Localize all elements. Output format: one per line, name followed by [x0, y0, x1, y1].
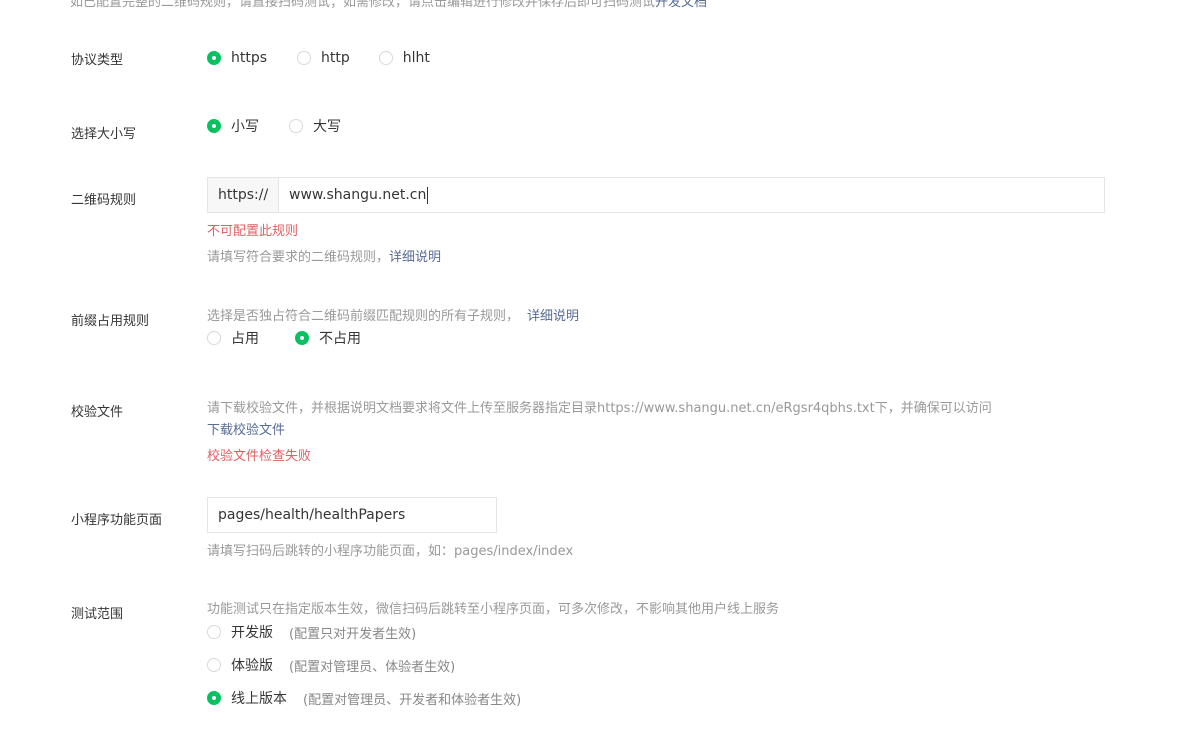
text-caret — [427, 186, 429, 204]
prefix-rule-hint-text: 选择是否独占符合二维码前缀匹配规则的所有子规则， — [207, 309, 520, 324]
test-scope-option-label: 线上版本 — [231, 691, 287, 707]
test-scope-option-note: (配置对管理员、体验者生效) — [289, 659, 456, 675]
radio-unchecked-icon — [378, 51, 393, 65]
protocol-option-http[interactable]: http — [297, 50, 350, 66]
prefix-rule-hint: 选择是否独占符合二维码前缀匹配规则的所有子规则， 详细说明 — [207, 305, 579, 324]
prefix-rule-label: 前缀占用规则 — [71, 314, 150, 329]
verify-file-hint: 请下载校验文件，并根据说明文档要求将文件上传至服务器指定目录https://ww… — [207, 401, 992, 416]
qr-rule-input[interactable]: www.shangu.net.cn — [279, 178, 1104, 212]
page-path-hint: 请填写扫码后跳转的小程序功能页面，如：pages/index/index — [207, 544, 574, 559]
qr-rule-hint: 请填写符合要求的二维码规则，详细说明 — [207, 246, 441, 265]
prefix-option-not-occupy[interactable]: 不占用 — [295, 328, 361, 348]
radio-unchecked-icon — [297, 51, 312, 65]
test-scope-option-label: 体验版 — [231, 658, 273, 674]
radio-unchecked-icon — [207, 331, 221, 345]
test-scope-option-note: (配置只对开发者生效) — [289, 626, 417, 642]
test-scope-option-note: (配置对管理员、开发者和体验者生效) — [303, 692, 522, 708]
qr-rule-hint-text: 请填写符合要求的二维码规则， — [207, 250, 390, 265]
radio-checked-icon — [207, 119, 221, 133]
page-path-input[interactable]: pages/health/healthPapers — [207, 497, 497, 533]
case-option-upper[interactable]: 大写 — [289, 116, 341, 136]
top-hint-link[interactable]: 开发文档 — [655, 0, 707, 10]
test-scope-hint: 功能测试只在指定版本生效，微信扫码后跳转至小程序页面，可多次修改，不影响其他用户… — [207, 602, 780, 617]
case-label: 选择大小写 — [71, 127, 137, 142]
radio-checked-icon — [295, 331, 309, 345]
test-scope-option-trial[interactable]: 体验版 (配置对管理员、体验者生效) — [207, 655, 455, 675]
top-hint-text: 如已配置完整的二维码规则，请直接扫码测试；如需修改，请点击编辑进行修改并保存后即… — [70, 0, 656, 10]
protocol-option-label: hlht — [402, 50, 430, 66]
prefix-option-label: 不占用 — [319, 331, 361, 347]
protocol-option-hlht[interactable]: hlht — [378, 50, 430, 66]
test-scope-label: 测试范围 — [71, 607, 124, 622]
prefix-option-label: 占用 — [231, 331, 259, 347]
top-hint: 如已配置完整的二维码规则，请直接扫码测试；如需修改，请点击编辑进行修改并保存后即… — [70, 0, 707, 10]
test-scope-option-dev[interactable]: 开发版 (配置只对开发者生效) — [207, 622, 416, 642]
case-option-label: 大写 — [313, 119, 341, 135]
qr-rule-label: 二维码规则 — [71, 193, 137, 208]
radio-unchecked-icon — [289, 119, 303, 133]
protocol-label: 协议类型 — [71, 53, 124, 68]
radio-unchecked-icon — [207, 625, 221, 639]
verify-file-label: 校验文件 — [71, 405, 124, 420]
case-radio-group: 小写 大写 — [207, 116, 371, 136]
protocol-radio-group: https http hlht — [207, 50, 460, 66]
radio-checked-icon — [207, 691, 221, 705]
qr-rule-input-group: https:// www.shangu.net.cn — [207, 177, 1105, 213]
page-path-label: 小程序功能页面 — [71, 513, 163, 528]
qr-rule-error: 不可配置此规则 — [207, 224, 299, 239]
prefix-rule-detail-link[interactable]: 详细说明 — [527, 309, 579, 324]
radio-checked-icon — [207, 51, 221, 65]
case-option-label: 小写 — [231, 119, 259, 135]
download-verify-file-link[interactable]: 下载校验文件 — [207, 419, 285, 438]
protocol-option-label: https — [231, 50, 268, 66]
qr-rule-value: www.shangu.net.cn — [289, 187, 427, 203]
case-option-lower[interactable]: 小写 — [207, 116, 259, 136]
protocol-option-label: http — [321, 50, 350, 66]
test-scope-option-online[interactable]: 线上版本 (配置对管理员、开发者和体验者生效) — [207, 688, 521, 708]
qr-rule-prefix: https:// — [208, 178, 279, 212]
page-path-value: pages/health/healthPapers — [218, 507, 406, 523]
verify-file-error: 校验文件检查失败 — [207, 449, 312, 464]
prefix-rule-radio-group: 占用 不占用 — [207, 328, 391, 348]
qr-rule-detail-link[interactable]: 详细说明 — [389, 250, 441, 265]
prefix-option-occupy[interactable]: 占用 — [207, 328, 259, 348]
radio-unchecked-icon — [207, 658, 221, 672]
protocol-option-https[interactable]: https — [207, 50, 267, 66]
test-scope-option-label: 开发版 — [231, 625, 273, 641]
